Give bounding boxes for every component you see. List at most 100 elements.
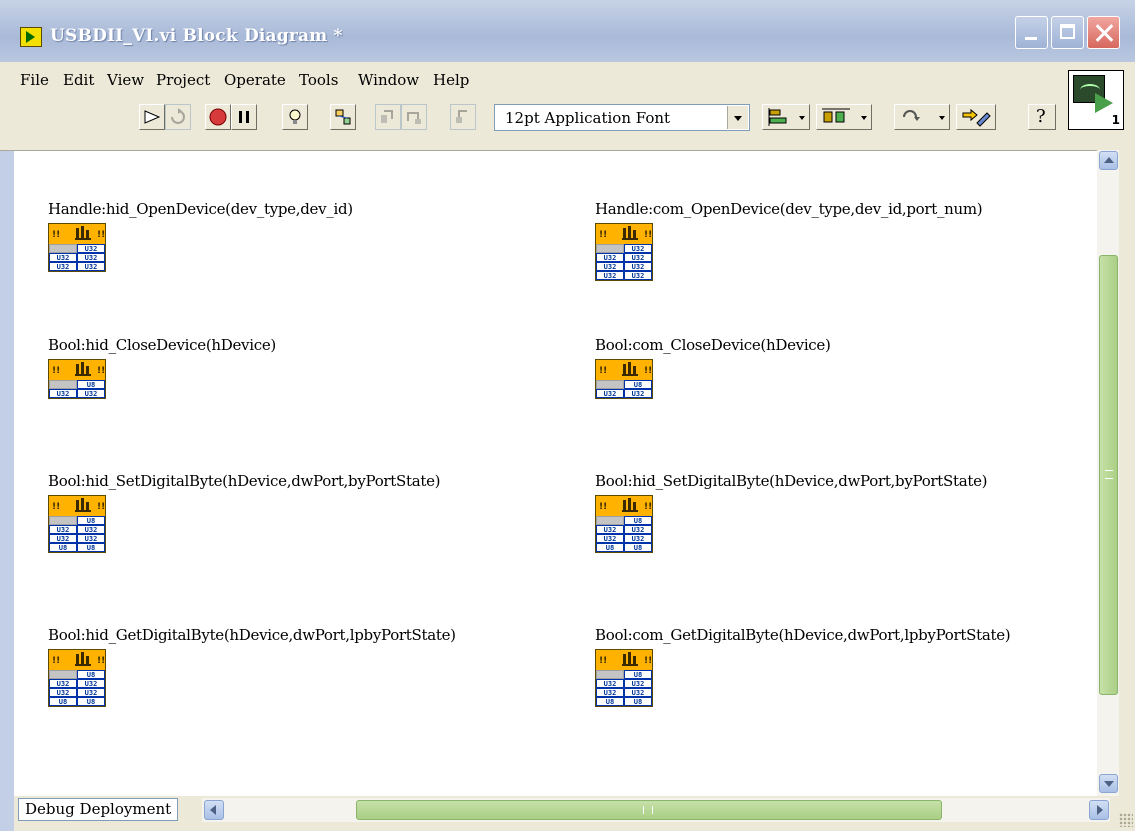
terminal-output[interactable]: U32 [624,534,652,543]
terminal-output[interactable]: U32 [624,244,652,253]
call-library-function-node[interactable]: !!!! U8 U32 U32 U32 U32 U8 U8 [48,495,106,553]
call-library-function-node[interactable]: !!!! U8 U32 U32 U32 U32 U8 U8 [48,649,106,707]
menu-file[interactable]: File [20,71,49,89]
terminal-output[interactable]: U8 [624,516,652,525]
terminal-output[interactable]: U8 [624,697,652,706]
terminal-output[interactable]: U32 [624,253,652,262]
terminal-output[interactable]: U8 [624,670,652,679]
terminal-output[interactable]: U8 [77,380,105,389]
highlight-execution-icon[interactable] [282,104,308,130]
menu-help[interactable]: Help [433,71,469,89]
chevron-down-icon[interactable] [727,106,748,129]
terminal-output[interactable]: U8 [77,516,105,525]
terminal-input[interactable]: U8 [596,697,624,706]
terminal-input[interactable]: U32 [596,534,624,543]
terminal-input[interactable]: U8 [596,543,624,552]
terminal-input[interactable]: U32 [49,389,77,398]
terminal-input[interactable]: U32 [596,262,624,271]
terminal-input[interactable] [596,516,624,525]
context-help-button[interactable]: ? [1028,104,1056,130]
scroll-down-arrow-icon[interactable] [1099,774,1118,793]
terminal-input[interactable]: U32 [596,271,624,280]
reorder-dropdown[interactable] [894,104,950,130]
scroll-right-arrow-icon[interactable] [1089,800,1109,820]
terminal-output[interactable]: U8 [77,697,105,706]
menu-edit[interactable]: Edit [63,71,94,89]
call-library-function-node[interactable]: !!!! U32 U32 U32 U32 U32 [48,223,106,272]
terminal-input[interactable] [596,380,624,389]
vertical-scrollbar[interactable] [1097,150,1119,796]
terminal-input[interactable]: U32 [49,253,77,262]
terminal-input[interactable] [596,670,624,679]
retain-wire-values-icon[interactable] [330,104,356,130]
terminal-output[interactable]: U32 [624,389,652,398]
close-button[interactable] [1087,16,1120,49]
font-select[interactable]: 12pt Application Font [494,104,750,131]
run-continuously-icon[interactable] [165,104,191,130]
distribute-objects-dropdown[interactable] [816,104,872,130]
maximize-button[interactable] [1051,16,1084,49]
scroll-left-arrow-icon[interactable] [204,800,224,820]
align-objects-dropdown[interactable] [762,104,810,130]
call-library-function-node[interactable]: !!!! U8 U32 U32 [595,359,653,399]
menu-view[interactable]: View [107,71,144,89]
vi-connector-icon[interactable]: 1 [1068,70,1124,130]
terminal-output[interactable]: U32 [624,525,652,534]
terminal-output[interactable]: U8 [624,380,652,389]
call-library-function-node[interactable]: !!!! U8 U32 U32 U32 U32 U8 U8 [595,495,653,553]
clean-up-diagram-icon[interactable] [956,104,996,130]
terminal-input[interactable]: U32 [49,534,77,543]
menu-tools[interactable]: Tools [299,71,338,89]
terminal-output[interactable]: U32 [77,262,105,271]
menu-window[interactable]: Window [358,71,419,89]
terminal-input[interactable] [49,244,77,253]
terminal-output[interactable]: U8 [77,670,105,679]
run-arrow-icon[interactable] [139,104,165,130]
step-into-icon[interactable] [375,104,401,130]
terminal-output[interactable]: U8 [624,543,652,552]
terminal-input[interactable]: U32 [49,679,77,688]
terminal-input[interactable]: U32 [596,688,624,697]
terminal-output[interactable]: U32 [624,262,652,271]
terminal-input[interactable]: U32 [49,262,77,271]
terminal-input[interactable] [596,244,624,253]
horizontal-scroll-thumb[interactable] [356,800,942,820]
terminal-output[interactable]: U8 [77,543,105,552]
menu-project[interactable]: Project [156,71,210,89]
step-over-icon[interactable] [401,104,427,130]
terminal-output[interactable]: U32 [77,244,105,253]
terminal-input[interactable]: U32 [596,389,624,398]
terminal-output[interactable]: U32 [624,688,652,697]
debug-deployment-tab[interactable]: Debug Deployment [18,798,179,821]
call-library-function-node[interactable]: !!!! U8 U32 U32 U32 U32 U8 U8 [595,649,653,707]
scroll-up-arrow-icon[interactable] [1099,151,1118,170]
terminal-input[interactable] [49,670,77,679]
terminal-input[interactable]: U32 [596,679,624,688]
call-library-function-node[interactable]: !!!! U8 U32 U32 [48,359,106,399]
terminal-input[interactable] [49,380,77,389]
terminal-input[interactable]: U32 [596,253,624,262]
minimize-button[interactable] [1015,16,1048,49]
terminal-output[interactable]: U32 [77,389,105,398]
terminal-input[interactable] [49,516,77,525]
terminal-input[interactable]: U32 [49,688,77,697]
terminal-output[interactable]: U32 [624,271,652,280]
terminal-input[interactable]: U8 [49,697,77,706]
terminal-output[interactable]: U32 [77,679,105,688]
horizontal-scrollbar[interactable] [202,798,1110,822]
resize-grip-icon[interactable] [1119,813,1133,827]
terminal-input[interactable]: U32 [596,525,624,534]
terminal-input[interactable]: U8 [49,543,77,552]
step-out-icon[interactable] [450,104,476,130]
vertical-scroll-thumb[interactable] [1099,255,1118,695]
terminal-output[interactable]: U32 [77,534,105,543]
terminal-output[interactable]: U32 [77,525,105,534]
menu-operate[interactable]: Operate [224,71,286,89]
call-library-function-node[interactable]: !!!! U32 U32 U32 U32 U32 U32 U32 [595,223,653,281]
block-diagram-canvas[interactable]: Handle:hid_OpenDevice(dev_type,dev_id) !… [14,152,1097,793]
pause-icon[interactable] [231,104,257,130]
terminal-output[interactable]: U32 [624,679,652,688]
terminal-output[interactable]: U32 [77,253,105,262]
terminal-input[interactable]: U32 [49,525,77,534]
abort-icon[interactable] [205,104,231,130]
